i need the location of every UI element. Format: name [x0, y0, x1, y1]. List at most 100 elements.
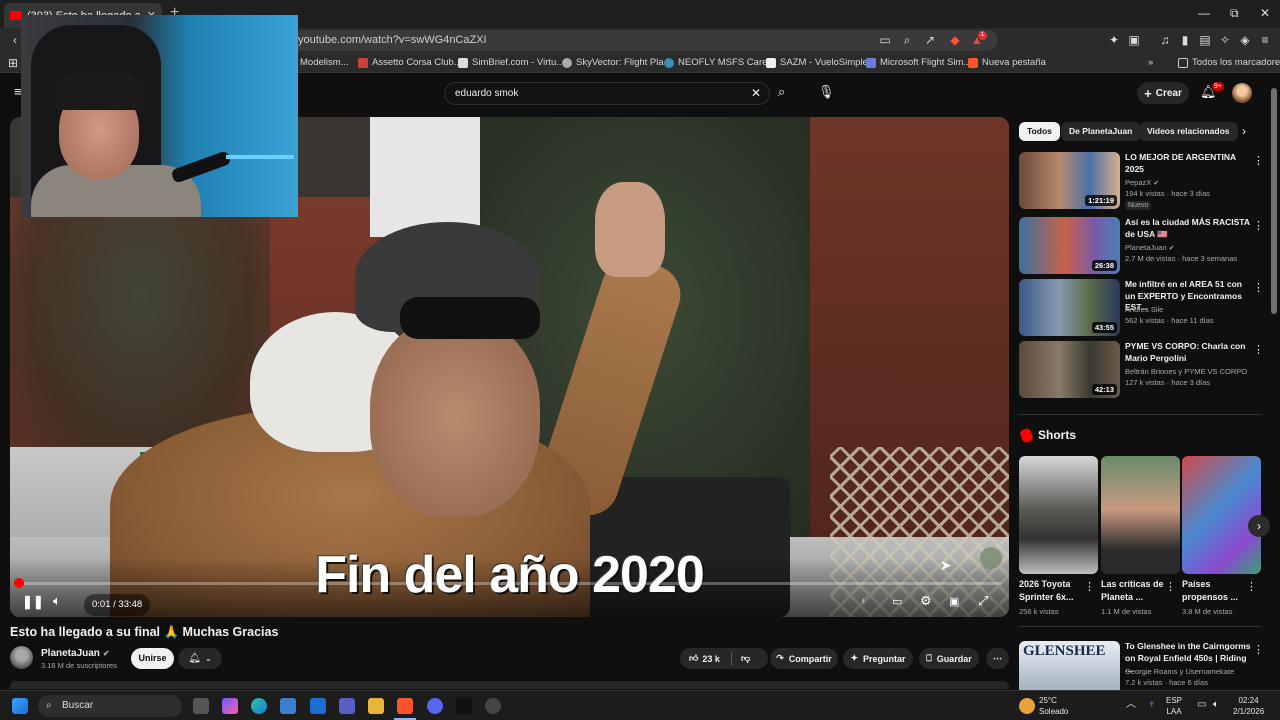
more-vert-icon[interactable]: ⋮: [1253, 219, 1264, 232]
clock[interactable]: 02:24 2/1/2026: [1233, 695, 1264, 717]
weather-sun-icon[interactable]: [1019, 698, 1035, 714]
restore-icon[interactable]: ⧉: [1230, 6, 1239, 21]
apps-icon[interactable]: ⊞: [6, 56, 20, 70]
minimize-icon[interactable]: —: [1198, 6, 1210, 20]
autoplay-toggle-icon[interactable]: ◐: [861, 595, 868, 607]
search-input[interactable]: eduardo smok: [455, 88, 518, 99]
media-icon[interactable]: ♫: [1158, 33, 1172, 47]
pause-icon[interactable]: ❚❚: [22, 594, 44, 610]
menu-icon[interactable]: ≡: [1258, 33, 1272, 47]
all-bookmarks-folder[interactable]: Todos los marcadores: [1178, 57, 1280, 68]
recommendation-item[interactable]: 26:38 Así es la ciudad MÁS RACISTA de US…: [1019, 217, 1269, 275]
cast-icon[interactable]: ▭: [878, 33, 892, 47]
bookmark-item[interactable]: Microsoft Flight Sim...: [866, 57, 971, 68]
rec-channel[interactable]: PlanetaJuan ✔: [1125, 243, 1175, 252]
brave-shield-icon[interactable]: ◆: [948, 33, 962, 47]
short-title[interactable]: Países propensos ...: [1182, 578, 1246, 603]
more-vert-icon[interactable]: ⋮: [1253, 281, 1264, 294]
description-box-edge[interactable]: [10, 681, 1009, 689]
short-title[interactable]: Las críticas de Planeta ...: [1101, 578, 1165, 603]
wallet-icon[interactable]: ▤: [1198, 33, 1212, 47]
rec-channel[interactable]: Beltrán Briones y PYME VS CORPO: [1125, 367, 1247, 376]
more-vert-icon[interactable]: ⋮: [1165, 580, 1176, 593]
language-indicator[interactable]: ESP LAA: [1166, 695, 1182, 717]
short-thumbnail[interactable]: [1182, 456, 1261, 574]
search-icon[interactable]: ⌕: [778, 84, 785, 100]
clear-search-icon[interactable]: ✕: [751, 86, 761, 100]
more-actions-button[interactable]: ⋯: [986, 648, 1009, 669]
bookmark-item[interactable]: SkyVector: Flight Pla...: [562, 57, 672, 68]
sidebar-icon[interactable]: ▮: [1178, 33, 1192, 47]
speaker-icon[interactable]: 🔈︎: [1213, 699, 1219, 710]
channel-name[interactable]: PlanetaJuan: [41, 648, 100, 659]
more-vert-icon[interactable]: ⋮: [1253, 154, 1264, 167]
more-vert-icon[interactable]: ⋮: [1246, 580, 1257, 593]
chips-next-icon[interactable]: ›: [1242, 124, 1246, 138]
video-thumbnail[interactable]: 26:38: [1019, 217, 1120, 274]
channel-name-row[interactable]: PlanetaJuan ✔: [41, 648, 110, 659]
settings-gear-icon[interactable]: ⚙: [920, 593, 932, 609]
more-bookmarks-icon[interactable]: »: [1148, 57, 1153, 68]
close-window-icon[interactable]: ✕: [1260, 6, 1270, 20]
recommendation-item[interactable]: GLENSHEE To Glenshee in the Cairngorms o…: [1019, 641, 1269, 690]
video-thumbnail[interactable]: 43:55: [1019, 279, 1120, 336]
theater-mode-icon[interactable]: ▣: [949, 595, 959, 608]
bookmark-item[interactable]: SimBrief.com - Virtu...: [458, 57, 564, 68]
recommendation-item[interactable]: 42:13 PYME VS CORPO: Charla con Mario Pe…: [1019, 341, 1269, 399]
more-vert-icon[interactable]: ⋮: [1253, 343, 1264, 356]
bookmark-item[interactable]: Modelism...: [300, 57, 349, 68]
rec-title[interactable]: Así es la ciudad MÁS RACISTA de USA 🇺🇸: [1125, 217, 1251, 240]
save-button[interactable]: ⎕ Guardar: [919, 648, 979, 669]
short-thumbnail[interactable]: [1019, 456, 1098, 574]
app-icon[interactable]: [456, 698, 472, 714]
show-hidden-icons-icon[interactable]: ︿: [1126, 699, 1136, 710]
shorts-next-icon[interactable]: ›: [1248, 515, 1270, 537]
chip-todos[interactable]: Todos: [1019, 122, 1060, 141]
short-thumbnail[interactable]: [1101, 456, 1180, 574]
chip-de-planetajuan[interactable]: De PlanetaJuan: [1061, 122, 1141, 141]
tray-app-icon[interactable]: ♆: [1148, 699, 1156, 710]
progress-bar[interactable]: [18, 582, 1001, 585]
chip-videos-relacionados[interactable]: Videos relacionados: [1139, 122, 1238, 141]
voice-search-icon[interactable]: 🎙︎: [818, 84, 835, 102]
network-icon[interactable]: ▭: [1197, 699, 1206, 710]
short-title[interactable]: 2026 Toyota Sprinter 6x...: [1019, 578, 1083, 603]
recommendation-item[interactable]: 43:55 Me infiltré en el AREA 51 con un E…: [1019, 279, 1269, 337]
like-button[interactable]: 👍︎ 23 k: [689, 653, 720, 664]
dislike-icon[interactable]: 👎︎: [741, 653, 750, 664]
fullscreen-icon[interactable]: ⤢: [978, 593, 988, 609]
screenshot-icon[interactable]: ▣: [1127, 33, 1141, 47]
share-icon[interactable]: ↗: [923, 33, 937, 47]
video-thumbnail[interactable]: 42:13: [1019, 341, 1120, 398]
join-button[interactable]: Unirse: [131, 648, 174, 669]
more-vert-icon[interactable]: ⋮: [1084, 580, 1095, 593]
rec-channel[interactable]: PepazX ✔: [1125, 178, 1159, 187]
bookmark-item[interactable]: Assetto Corsa Club...: [358, 57, 462, 68]
copilot-icon[interactable]: [222, 698, 238, 714]
share-button[interactable]: ↷ Compartir: [770, 648, 838, 669]
zoom-icon[interactable]: ⌕: [900, 33, 914, 47]
url-text[interactable]: youtube.com/watch?v=swWG4nCaZXI: [298, 34, 487, 46]
obs-icon[interactable]: [485, 698, 501, 714]
outlook-icon[interactable]: [310, 698, 326, 714]
taskbar-search[interactable]: ⌕ Buscar: [38, 695, 182, 717]
user-avatar[interactable]: [1232, 83, 1252, 103]
extensions-icon[interactable]: ✦: [1107, 33, 1121, 47]
rec-title[interactable]: LO MEJOR DE ARGENTINA 2025: [1125, 152, 1251, 175]
channel-watermark-icon[interactable]: [980, 547, 1002, 569]
recommendation-item[interactable]: 1:21:19 LO MEJOR DE ARGENTINA 2025 Pepaz…: [1019, 152, 1269, 210]
brave-icon[interactable]: [397, 698, 413, 714]
bookmark-item[interactable]: Nueva pestaña: [968, 57, 1046, 68]
ask-button[interactable]: ✦ Preguntar: [843, 648, 913, 669]
rec-title[interactable]: PYME VS CORPO: Charla con Mario Pergolin…: [1125, 341, 1251, 364]
teams-icon[interactable]: [339, 698, 355, 714]
volume-icon[interactable]: 🔈︎: [53, 593, 61, 609]
edge-icon[interactable]: [251, 698, 267, 714]
bookmark-item[interactable]: NEOFLY MSFS Care...: [664, 57, 775, 68]
page-scrollbar[interactable]: [1271, 88, 1277, 314]
search-box[interactable]: eduardo smok ✕: [444, 82, 770, 105]
windows-start-icon[interactable]: [12, 698, 28, 714]
scrubber-handle[interactable]: [14, 578, 24, 588]
rec-channel[interactable]: Georgie Roams y Usernamekate: [1125, 667, 1234, 676]
subscription-bell-button[interactable]: 🔔︎ ⌄: [178, 648, 222, 669]
